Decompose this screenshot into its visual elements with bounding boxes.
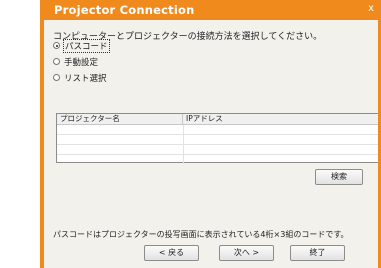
- back-button[interactable]: < 戻る: [144, 245, 199, 261]
- option-passcode-label: パスコード: [63, 38, 110, 53]
- radio-passcode[interactable]: [53, 42, 60, 49]
- option-list-label: リスト選択: [64, 73, 107, 84]
- title-bar[interactable]: Projector Connection x: [44, 0, 378, 20]
- passcode-note: パスコードはプロジェクターの投写画面に表示されている4桁×3組のコードです。: [53, 230, 349, 239]
- search-button[interactable]: 検索: [315, 169, 363, 185]
- option-manual-label: 手動設定: [64, 57, 99, 68]
- projector-table[interactable]: プロジェクター名 IPアドレス: [56, 113, 378, 164]
- table-header: プロジェクター名 IPアドレス: [57, 114, 378, 125]
- column-header-ip-address[interactable]: IPアドレス: [183, 114, 223, 124]
- finish-button[interactable]: 終了: [290, 245, 345, 261]
- close-icon[interactable]: x: [368, 3, 374, 14]
- table-row[interactable]: [57, 145, 378, 155]
- column-header-projector-name[interactable]: プロジェクター名: [57, 114, 183, 124]
- window-title: Projector Connection: [54, 3, 195, 17]
- option-passcode[interactable]: パスコード: [53, 38, 110, 53]
- table-row[interactable]: [57, 135, 378, 145]
- projector-connection-window: Projector Connection x コンピューターとプロジェクターの接…: [40, 0, 381, 268]
- option-manual[interactable]: 手動設定: [53, 55, 98, 68]
- table-row[interactable]: [57, 155, 378, 164]
- option-list[interactable]: リスト選択: [53, 71, 107, 84]
- radio-manual[interactable]: [53, 58, 60, 65]
- next-button[interactable]: 次へ >: [219, 245, 274, 261]
- table-row[interactable]: [57, 125, 378, 135]
- radio-list[interactable]: [53, 74, 60, 81]
